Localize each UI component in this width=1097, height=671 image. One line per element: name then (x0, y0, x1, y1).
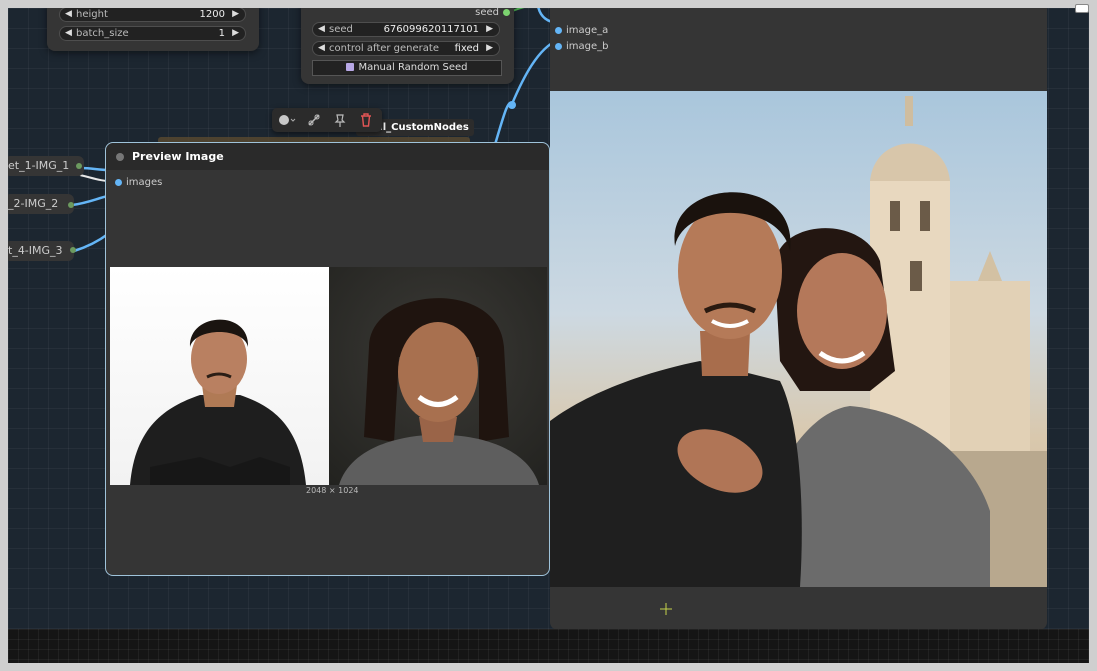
reroute-output-dot[interactable] (68, 202, 74, 208)
reroute-label: _2-IMG_2 (8, 197, 59, 210)
button-label: Manual Random Seed (358, 62, 468, 73)
latent-image-node[interactable]: ◀ height 1200 ▶ ◀ batch_size 1 ▶ (47, 8, 259, 51)
widget-value: fixed (454, 43, 479, 54)
node-canvas[interactable]: ◀ height 1200 ▶ ◀ batch_size 1 ▶ seed ◀ … (8, 8, 1089, 663)
widget-label: control after generate (329, 43, 439, 54)
color-circle-icon[interactable] (278, 112, 296, 128)
images-input-dot[interactable] (115, 179, 122, 186)
reroute-node-img1[interactable]: et_1-IMG_1 (8, 156, 84, 176)
collapse-dot-icon[interactable] (116, 153, 124, 161)
sampler-node[interactable]: seed ◀ seed 676099620117101 ▶ ◀ control … (301, 8, 514, 84)
decrement-icon[interactable]: ◀ (318, 23, 325, 36)
preview-image-node[interactable]: Preview Image images 2048 × 1024 (105, 142, 550, 576)
manual-random-seed-button[interactable]: Manual Random Seed (312, 60, 502, 76)
bypass-icon[interactable] (306, 112, 322, 128)
height-widget[interactable]: ◀ height 1200 ▶ (59, 8, 246, 22)
control-after-generate-widget[interactable]: ◀ control after generate fixed ▶ (312, 41, 500, 56)
images-input-label: images (126, 177, 163, 188)
window-corner-indicator (1075, 4, 1089, 13)
reroute-node-img2[interactable]: _2-IMG_2 (8, 194, 74, 214)
widget-label: seed (329, 24, 353, 35)
increment-icon[interactable]: ▶ (486, 23, 493, 36)
couple-selfie-image[interactable] (550, 91, 1047, 587)
reroute-output-dot[interactable] (76, 163, 82, 169)
image-compare-node[interactable]: image_a image_b (550, 8, 1047, 630)
decrement-icon[interactable]: ◀ (318, 42, 325, 55)
image-dimensions: 2048 × 1024 (306, 486, 359, 495)
node-title: Preview Image (132, 150, 224, 163)
image-a-label: image_a (566, 25, 609, 36)
link-img3 (73, 232, 109, 253)
increment-icon[interactable]: ▶ (486, 42, 493, 55)
link-img1 (79, 166, 109, 172)
seed-output-label: seed (475, 8, 499, 18)
increment-icon[interactable]: ▶ (232, 8, 239, 21)
widget-value: 1 (218, 28, 225, 39)
increment-icon[interactable]: ▶ (232, 27, 239, 40)
image-b-input-dot[interactable] (555, 43, 562, 50)
crosshair-cursor-icon (660, 600, 672, 615)
seed-widget[interactable]: ◀ seed 676099620117101 ▶ (312, 22, 500, 37)
couple-selfie-illustration (550, 96, 1047, 587)
reroute-output-dot[interactable] (70, 247, 76, 253)
widget-label: batch_size (76, 28, 129, 39)
node-title-bar[interactable]: Preview Image (106, 143, 549, 170)
man-portrait-image (130, 319, 306, 485)
preview-image-man[interactable] (110, 267, 329, 485)
delete-icon[interactable] (358, 112, 374, 128)
selection-toolbox (272, 108, 382, 132)
reroute-label: t_4-IMG_3 (8, 244, 63, 257)
link-img2 (71, 194, 109, 207)
widget-value: 676099620117101 (383, 24, 479, 35)
reroute-label: et_1-IMG_1 (8, 159, 70, 172)
image-b-label: image_b (566, 41, 609, 52)
woman-portrait-image (339, 298, 539, 485)
preview-image-woman[interactable] (329, 267, 547, 485)
batch-size-widget[interactable]: ◀ batch_size 1 ▶ (59, 26, 246, 41)
pin-icon[interactable] (332, 112, 348, 128)
decrement-icon[interactable]: ◀ (65, 8, 72, 21)
dice-icon (346, 63, 355, 71)
decrement-icon[interactable]: ◀ (65, 27, 72, 40)
widget-label: height (76, 9, 108, 20)
reroute-node-img3[interactable]: t_4-IMG_3 (8, 241, 74, 261)
widget-value: 1200 (199, 9, 225, 20)
image-a-input-dot[interactable] (555, 27, 562, 34)
link-midpoint (508, 101, 516, 109)
seed-output-dot[interactable] (503, 9, 510, 16)
bottom-panel (8, 629, 1089, 663)
